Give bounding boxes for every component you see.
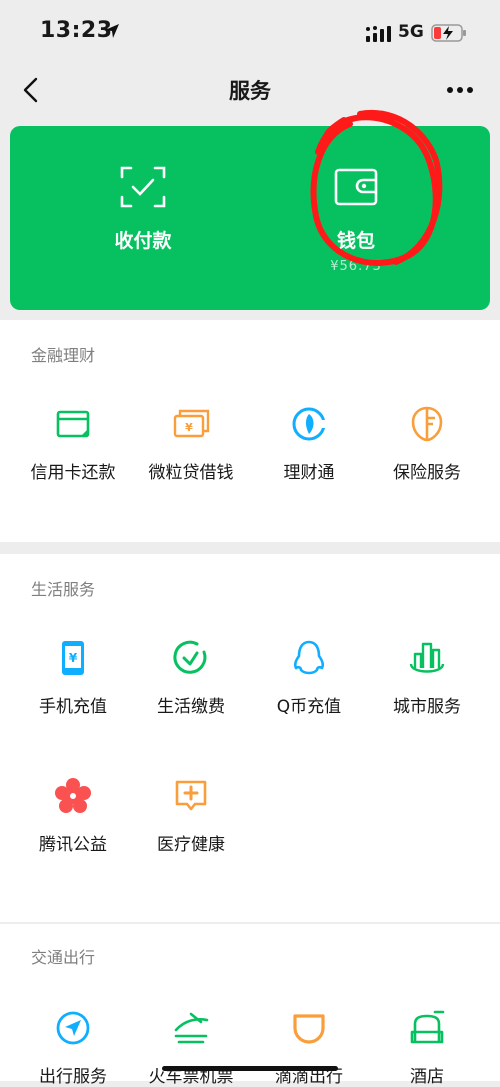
loan-icon: ¥: [173, 409, 210, 438]
grid-label: 腾讯公益: [39, 835, 107, 855]
section-title: 金融理财: [31, 346, 96, 365]
utility-bill-button[interactable]: 生活缴费: [132, 638, 250, 717]
city-service-icon: [409, 642, 445, 673]
hotel-icon: [410, 1010, 445, 1044]
scan-pay-icon: [120, 166, 166, 208]
nav-bar: 服务: [0, 64, 500, 116]
phone-topup-button[interactable]: ¥ 手机充值: [14, 638, 132, 717]
medical-health-button[interactable]: 医疗健康: [132, 776, 250, 855]
home-indicator[interactable]: [162, 1066, 338, 1071]
pay-receive-button[interactable]: 收付款: [63, 166, 223, 253]
credit-card-repay-button[interactable]: 信用卡还款: [14, 404, 132, 483]
section-transport: 交通出行 出行服务 火车票机票 滴滴出行 酒店: [0, 924, 500, 1087]
grid-label: 生活缴费: [157, 697, 225, 717]
medical-icon: [175, 780, 207, 811]
status-time: 13:23: [40, 18, 113, 43]
city-service-button[interactable]: 城市服务: [368, 638, 486, 717]
grid-label: 理财通: [283, 463, 335, 483]
licaitong-button[interactable]: 理财通: [250, 404, 368, 483]
train-ticket-button[interactable]: 火车票机票: [132, 1008, 250, 1087]
section-title: 交通出行: [31, 948, 96, 967]
utility-bill-icon: [173, 640, 207, 674]
grid-label: Q币充值: [276, 697, 342, 717]
tencent-charity-button[interactable]: 腾讯公益: [14, 776, 132, 855]
section-title: 生活服务: [31, 580, 96, 599]
section-life-services: 生活服务 ¥ 手机充值 生活缴费 Q币充值 城市服务 腾讯公益 医疗健康: [0, 554, 500, 922]
svg-text:¥: ¥: [69, 651, 78, 665]
battery-charging-icon: [431, 24, 466, 42]
section-finance: 金融理财 信用卡还款 ¥ 微粒贷借钱 理财通 保险服务: [0, 320, 500, 542]
grid-label: 信用卡还款: [30, 463, 116, 483]
status-bar: 13:23 5G: [0, 0, 500, 64]
qq-coin-icon: [293, 640, 325, 675]
charity-icon: [55, 778, 91, 813]
travel-service-icon: [56, 1011, 90, 1045]
grid-label: 出行服务: [39, 1067, 107, 1087]
wallet-icon: [334, 168, 378, 206]
grid-label: 微粒贷借钱: [148, 463, 234, 483]
hotel-button[interactable]: 酒店: [368, 1008, 486, 1087]
didi-button[interactable]: 滴滴出行: [250, 1008, 368, 1087]
insurance-button[interactable]: 保险服务: [368, 404, 486, 483]
grid-label: 酒店: [410, 1067, 444, 1087]
grid-label: 手机充值: [39, 697, 107, 717]
weilidai-loan-button[interactable]: ¥ 微粒贷借钱: [132, 404, 250, 483]
train-ticket-icon: [174, 1012, 209, 1044]
credit-card-icon: [56, 410, 90, 438]
phone-topup-icon: ¥: [62, 641, 84, 675]
network-type: 5G: [398, 22, 424, 42]
grid-label: 保险服务: [393, 463, 461, 483]
wallet-button[interactable]: 钱包 ¥56.73: [276, 166, 436, 275]
grid-label: 城市服务: [393, 697, 461, 717]
page-title: 服务: [229, 79, 271, 103]
qcoin-topup-button[interactable]: Q币充值: [250, 638, 368, 717]
insurance-icon: [411, 406, 443, 442]
more-options-button[interactable]: [440, 76, 480, 104]
wallet-label: 钱包: [336, 230, 375, 252]
svg-text:¥: ¥: [185, 421, 193, 434]
signal-icon: [366, 26, 391, 42]
payment-card: 收付款 钱包 ¥56.73: [10, 126, 490, 310]
didi-icon: [293, 1014, 325, 1044]
pay-receive-label: 收付款: [114, 230, 172, 252]
wealth-icon: [292, 407, 327, 441]
wallet-balance: ¥56.73: [330, 259, 382, 274]
grid-label: 医疗健康: [157, 835, 225, 855]
travel-service-button[interactable]: 出行服务: [14, 1008, 132, 1087]
location-arrow-icon: [105, 24, 119, 38]
